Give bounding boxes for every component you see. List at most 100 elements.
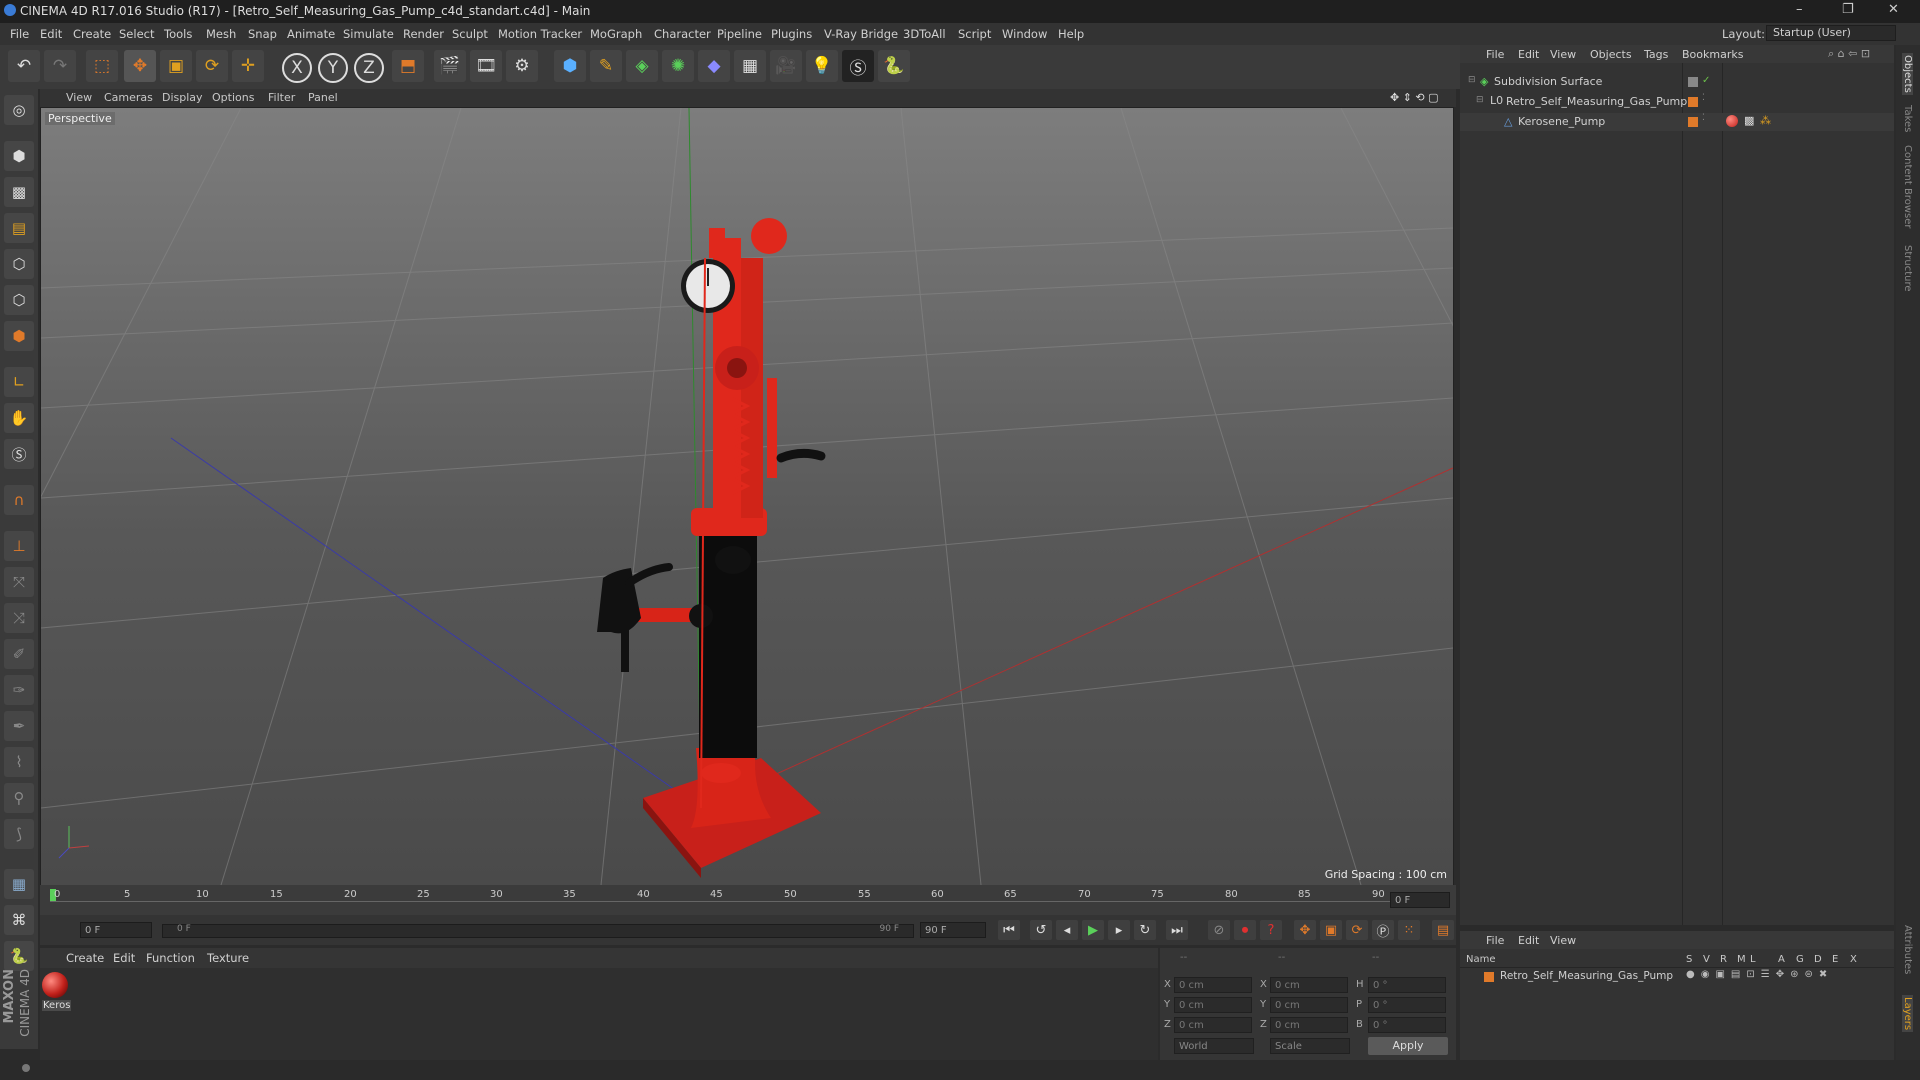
make-editable-icon[interactable]: ◎ [4,95,34,125]
previous-key-icon[interactable]: ↺ [1030,920,1052,940]
object-row-subdivision[interactable]: ⊟ ◈ Subdivision Surface ✓ [1460,73,1894,91]
om-menu-file[interactable]: File [1486,48,1504,61]
viewport-menu-display[interactable]: Display [162,91,203,104]
layer-color-swatch[interactable] [1484,972,1494,982]
brush-icon[interactable]: ✐ [4,639,34,669]
lm-menu-view[interactable]: View [1550,934,1576,947]
start-frame-field[interactable]: 0 F [80,922,152,938]
material-tag-icon[interactable] [1726,115,1738,127]
workplane-axis-icon[interactable]: ⊥ [4,531,34,561]
restore-button[interactable]: ❐ [1842,2,1854,17]
live-selection-icon[interactable]: ⬚ [86,50,118,82]
light-icon[interactable]: 💡 [806,50,838,82]
enabled-check-icon[interactable]: ✓ [1702,75,1710,86]
smooth-icon[interactable]: ⌇ [4,747,34,777]
om-menu-objects[interactable]: Objects [1590,48,1632,61]
texture-mode-icon[interactable]: ▩ [4,177,34,207]
perspective-viewport[interactable]: Perspective Grid Spacing : 100 cm [40,107,1454,886]
tab-objects[interactable]: Objects [1902,53,1913,95]
axis-mode-icon[interactable]: ∟ [4,367,34,397]
object-row-kerosene[interactable]: △ Kerosene_Pump ⁚ ▩ ⁂ [1460,113,1894,131]
move-icon[interactable]: ✥ [124,50,156,82]
floor-icon[interactable]: ▦ [734,50,766,82]
menu-script[interactable]: Script [958,27,991,41]
viewport-nav-icons[interactable]: ✥ ⇕ ⟲ ▢ [1390,91,1439,104]
coordinate-type-dropdown[interactable]: Scale [1270,1038,1350,1054]
material-swatch[interactable]: Keros [42,972,72,1014]
render-settings-icon[interactable]: ⚙ [506,50,538,82]
size-y-field[interactable]: 0 cm [1270,997,1348,1013]
previous-frame-icon[interactable]: ◂ [1056,920,1078,940]
menu-snap[interactable]: Snap [248,27,277,41]
snap-toggle-icon[interactable]: Ⓢ [4,439,34,469]
tab-content-browser[interactable]: Content Browser [1902,145,1913,228]
tab-structure[interactable]: Structure [1902,245,1913,292]
rotation-h-field[interactable]: 0 ° [1368,977,1446,993]
end-frame-field[interactable]: 90 F [920,922,986,938]
position-x-field[interactable]: 0 cm [1174,977,1252,993]
ik-icon[interactable]: ⤨ [4,603,34,633]
viewport-menu-options[interactable]: Options [212,91,254,104]
rotate-icon[interactable]: ⟳ [196,50,228,82]
magnet-icon[interactable]: ∩ [4,485,34,515]
frame-range-slider[interactable]: 0 F 90 F [162,924,914,938]
timeline-window-icon[interactable]: ▤ [1432,920,1454,940]
pen-spline-icon[interactable]: ✎ [590,50,622,82]
key-position-icon[interactable]: ✥ [1294,920,1316,940]
render-view-icon[interactable]: 🎬 [434,50,466,82]
material-menu-function[interactable]: Function [146,951,195,965]
subdivision-surface-icon[interactable]: ◈ [626,50,658,82]
minimize-button[interactable]: – [1796,2,1803,17]
viewport-menu-panel[interactable]: Panel [308,91,338,104]
material-menu-edit[interactable]: Edit [113,951,135,965]
menu-sculpt[interactable]: Sculpt [452,27,488,41]
menu-plugins[interactable]: Plugins [771,27,812,41]
edges-mode-icon[interactable]: ⬡ [4,285,34,315]
coordinate-system-icon[interactable]: ⬒ [392,50,424,82]
viewport-menu-filter[interactable]: Filter [268,91,295,104]
y-axis-lock-button[interactable]: Y [318,53,348,83]
key-pla-icon[interactable]: ⁙ [1398,920,1420,940]
python-icon[interactable]: 🐍 [878,50,910,82]
cube-icon[interactable]: ⬢ [554,50,586,82]
menu-simulate[interactable]: Simulate [343,27,394,41]
size-z-field[interactable]: 0 cm [1270,1017,1348,1033]
om-menu-edit[interactable]: Edit [1518,48,1539,61]
rotation-p-field[interactable]: 0 ° [1368,997,1446,1013]
workplane-icon[interactable]: ▤ [4,213,34,243]
viewport-menu-cameras[interactable]: Cameras [104,91,153,104]
expand-icon[interactable]: ⊟ [1468,75,1476,85]
weight-icon[interactable]: ⚲ [4,783,34,813]
tab-layers[interactable]: Layers [1902,995,1913,1033]
om-menu-view[interactable]: View [1550,48,1576,61]
close-button[interactable]: ✕ [1888,2,1899,17]
paint-icon[interactable]: ✑ [4,675,34,705]
apply-button[interactable]: Apply [1368,1037,1448,1055]
hair-icon[interactable]: ⌘ [4,905,34,935]
scale-icon[interactable]: ▣ [160,50,192,82]
keyframe-selection-icon[interactable]: ? [1260,920,1282,940]
menu-help[interactable]: Help [1058,27,1084,41]
menu-render[interactable]: Render [403,27,444,41]
model-mode-icon[interactable]: ⬢ [4,141,34,171]
cloner-icon[interactable]: ✺ [662,50,694,82]
record-keys-icon[interactable]: ⊘ [1208,920,1230,940]
material-menu-create[interactable]: Create [66,951,104,965]
camera-icon[interactable]: 🎥 [770,50,802,82]
points-mode-icon[interactable]: ⬡ [4,249,34,279]
rotation-b-field[interactable]: 0 ° [1368,1017,1446,1033]
menu-motion-tracker[interactable]: Motion Tracker [498,27,582,41]
deformer-icon[interactable]: ◆ [698,50,730,82]
grid-lock-icon[interactable]: ▦ [4,869,34,899]
visibility-dots-icon[interactable]: ⁚ [1702,93,1705,103]
menu-window[interactable]: Window [1002,27,1047,41]
transform-icon[interactable]: ✛ [232,50,264,82]
go-to-start-icon[interactable]: ⏮ [998,920,1020,940]
polygons-mode-icon[interactable]: ⬢ [4,321,34,351]
om-search-icon[interactable]: ⌕ ⌂ ⇦ ⊡ [1828,47,1870,61]
sculpt-icon[interactable]: ✒ [4,711,34,741]
expand-icon[interactable]: ⊟ [1476,95,1484,105]
object-row-gas-pump[interactable]: ⊟ L0 Retro_Self_Measuring_Gas_Pump ⁚ [1460,93,1894,111]
menu-mograph[interactable]: MoGraph [590,27,642,41]
tweak-icon[interactable]: ✋ [4,403,34,433]
